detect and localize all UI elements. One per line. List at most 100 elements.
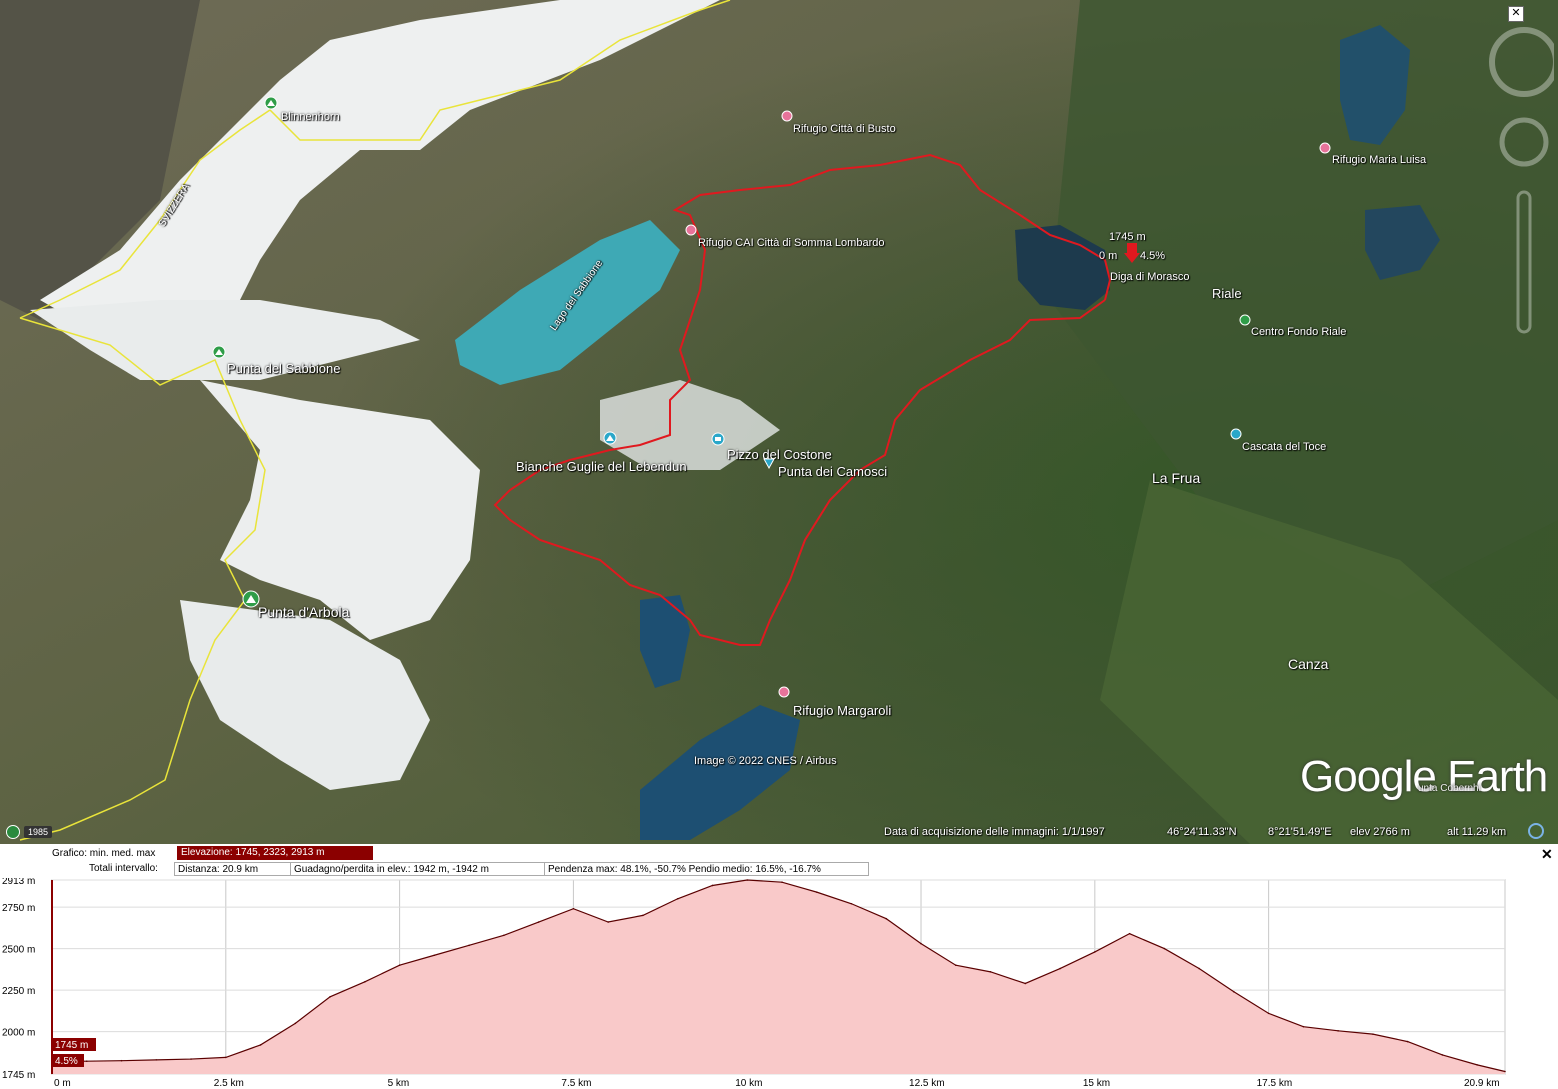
elevation-point — [781, 881, 783, 883]
elevation-point — [815, 891, 818, 893]
y-tick-label: 2500 m — [2, 945, 35, 956]
elevation-point — [642, 914, 644, 917]
place-label-blinnenhorn[interactable]: Blinnenhorn — [281, 111, 340, 123]
elevation-readout: elev 2766 m — [1350, 826, 1410, 838]
elevation-point — [190, 1058, 192, 1060]
elevation-point — [225, 1056, 227, 1059]
town-label-riale: Riale — [1212, 286, 1242, 301]
hut-icon[interactable] — [780, 110, 794, 124]
compass-icon[interactable] — [1528, 823, 1544, 839]
camera-icon[interactable] — [711, 432, 725, 446]
elevation-point — [1059, 967, 1061, 970]
waterfall-icon[interactable] — [1229, 428, 1243, 442]
guadagno-stat[interactable]: Guadagno/perdita in elev.: 1942 m, -1942… — [290, 862, 545, 876]
peak-icon[interactable] — [603, 431, 617, 445]
longitude: 8°21'51.49"E — [1268, 826, 1332, 838]
altitude-readout: alt 11.29 km — [1447, 826, 1507, 838]
cursor-elev-label: 1745 m — [55, 1040, 88, 1051]
elevation-point — [1406, 1040, 1409, 1043]
cursor-arrow-icon — [1124, 243, 1140, 263]
google-earth-logo: Google Earth — [1300, 752, 1548, 801]
elevation-point — [1441, 1054, 1444, 1056]
place-label-punta-camosci[interactable]: Punta dei Camosci — [778, 464, 887, 479]
elevazione-stats[interactable]: Elevazione: 1745, 2323, 2913 m — [177, 846, 373, 860]
elevation-point — [676, 897, 679, 900]
close-profile-icon[interactable]: ✕ — [1541, 846, 1553, 863]
town-label-canza: Canza — [1288, 656, 1329, 672]
elevation-point — [572, 907, 575, 910]
place-label-punta-arbola[interactable]: Punta d'Arbola — [258, 604, 349, 620]
place-label-punta-sabbione[interactable]: Punta del Sabbione — [227, 361, 340, 376]
peak-icon[interactable] — [212, 345, 226, 359]
poi-icon[interactable] — [762, 455, 776, 469]
place-label-diga[interactable]: Diga di Morasco — [1110, 271, 1189, 283]
poi-icon[interactable] — [1238, 314, 1252, 328]
elevation-point — [954, 964, 957, 967]
place-label-cascata[interactable]: Cascata del Toce — [1242, 441, 1326, 453]
x-tick-label: 5 km — [388, 1078, 410, 1089]
map-view[interactable]: Blinnenhorn SVIZZERA Rifugio Città di Bu… — [0, 0, 1558, 844]
hut-icon[interactable] — [777, 686, 791, 700]
elevation-point — [537, 921, 540, 923]
place-label-busto[interactable]: Rifugio Città di Busto — [793, 123, 896, 135]
cursor-distance-label: 0 m — [1099, 250, 1118, 262]
elevation-point — [1267, 1012, 1270, 1015]
elevation-chart[interactable]: 0 m 2.5 km 5 km 7.5 km 10 km 12.5 km 15 km 17.5… — [0, 876, 1558, 1089]
totali-label: Totali intervallo: — [89, 863, 158, 874]
elevation-point — [329, 995, 331, 998]
place-label-maria-luisa[interactable]: Rifugio Maria Luisa — [1332, 154, 1426, 166]
place-label-bianche-guglie[interactable]: Bianche Guglie del Lebendun — [516, 459, 687, 474]
elevation-chart-svg[interactable]: 0 m 2.5 km 5 km 7.5 km 10 km 12.5 km 15 km 17.5… — [0, 876, 1558, 1089]
elevation-point — [259, 1044, 262, 1046]
navigation-controls[interactable] — [1474, 12, 1554, 342]
place-label-margaroli[interactable]: Rifugio Margaroli — [793, 703, 891, 718]
x-tick-label: 20.9 km — [1464, 1078, 1500, 1089]
profile-header: Grafico: min. med. max Elevazione: 1745,… — [0, 844, 1558, 878]
elevation-point — [607, 921, 609, 923]
x-tick-label: 0 m — [54, 1078, 71, 1089]
place-label-somma-lombardo[interactable]: Rifugio CAI Città di Somma Lombardo — [698, 237, 884, 249]
status-bar: Data di acquisizione delle immagini: 1/1… — [0, 822, 1558, 844]
logo-sub-label: unta Cobernhi — [1418, 783, 1481, 794]
elevation-point — [503, 934, 505, 937]
elevation-point — [1302, 1025, 1305, 1028]
imagery-attribution: Image © 2022 CNES / Airbus — [694, 755, 837, 767]
pendenza-stat[interactable]: Pendenza max: 48.1%, -50.7% Pendio medio… — [544, 862, 869, 876]
hut-icon[interactable] — [1318, 142, 1332, 156]
y-tick-label: 2000 m — [2, 1028, 35, 1039]
elevation-point — [85, 1060, 88, 1063]
grafico-label: Grafico: min. med. max — [52, 848, 156, 859]
close-icon[interactable]: ✕ — [1508, 6, 1524, 22]
elevation-point — [850, 902, 853, 905]
elevation-point — [1198, 967, 1200, 970]
town-label-la-frua: La Frua — [1152, 470, 1201, 486]
cursor-slope-label: 4.5% — [55, 1056, 78, 1067]
elevation-point — [989, 971, 992, 973]
elevation-profile-panel: Grafico: min. med. max Elevazione: 1745,… — [0, 844, 1558, 1089]
elevation-point — [1372, 1033, 1374, 1035]
elevation-point — [711, 884, 714, 887]
elevation-point — [1233, 990, 1235, 993]
elevation-point — [1337, 1030, 1339, 1032]
elevation-point — [1128, 932, 1131, 935]
hut-icon[interactable] — [684, 224, 698, 238]
peak-icon[interactable] — [264, 96, 278, 110]
latitude: 46°24'11.33"N — [1167, 826, 1237, 838]
x-tick-label: 2.5 km — [214, 1078, 244, 1089]
y-tick-label: 2250 m — [2, 986, 35, 997]
elevation-point — [1094, 951, 1096, 953]
acquisition-date: Data di acquisizione delle immagini: 1/1… — [884, 826, 1105, 838]
x-tick-label: 7.5 km — [561, 1078, 591, 1089]
place-label-pizzo-costone[interactable]: Pizzo del Costone — [727, 447, 832, 462]
elevation-point — [1476, 1064, 1478, 1066]
y-tick-label: 1745 m — [2, 1070, 35, 1081]
elevation-point — [920, 942, 922, 945]
distanza-stat[interactable]: Distanza: 20.9 km — [174, 862, 291, 876]
place-label-centro-fondo[interactable]: Centro Fondo Riale — [1251, 326, 1346, 338]
elevation-point — [155, 1059, 158, 1061]
elevation-point — [1024, 982, 1027, 985]
x-tick-label: 15 km — [1083, 1078, 1110, 1089]
x-tick-label: 17.5 km — [1257, 1078, 1293, 1089]
y-tick-label: 2913 m — [2, 878, 35, 887]
y-tick-label: 2750 m — [2, 903, 35, 914]
